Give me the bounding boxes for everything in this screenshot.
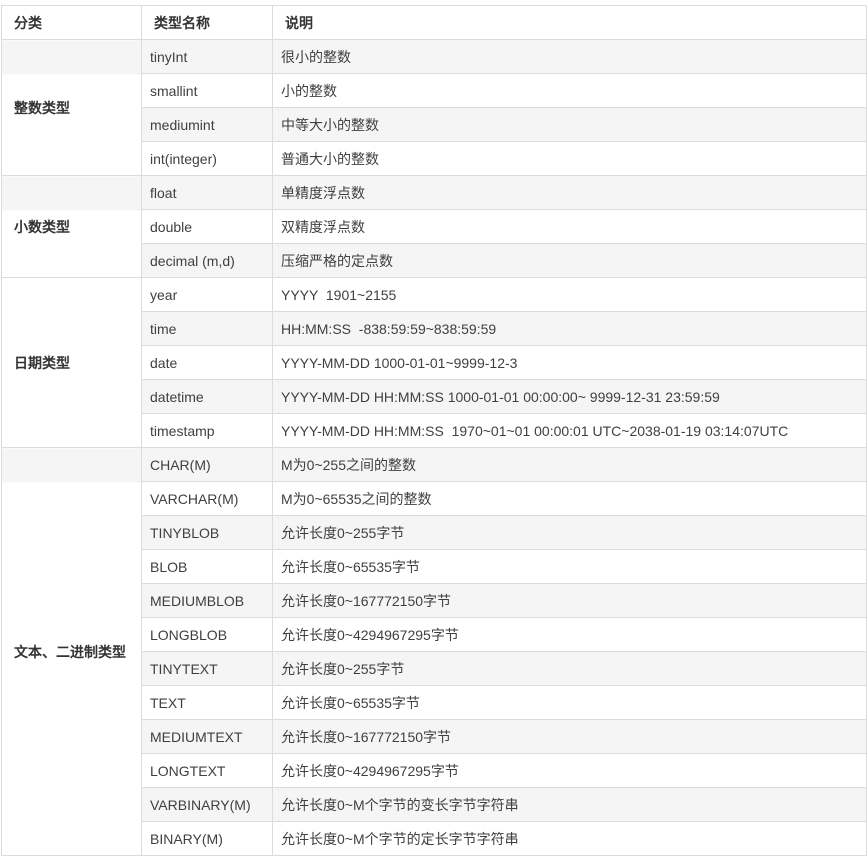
type-cell: MEDIUMBLOB bbox=[141, 583, 273, 618]
type-cell: BLOB bbox=[141, 549, 273, 584]
header-cell-type-name: 类型名称 bbox=[141, 5, 273, 40]
desc-cell: 允许长度0~255字节 bbox=[272, 515, 867, 550]
type-cell: TEXT bbox=[141, 685, 273, 720]
desc-cell: 双精度浮点数 bbox=[272, 209, 867, 244]
desc-cell: M为0~65535之间的整数 bbox=[272, 481, 867, 516]
table-row: 整数类型 tinyInt 很小的整数 bbox=[1, 39, 867, 176]
table-row: 小数类型 float 单精度浮点数 bbox=[1, 175, 867, 278]
header-cell-category: 分类 bbox=[1, 5, 142, 40]
type-cell: LONGTEXT bbox=[141, 753, 273, 788]
type-cell: VARCHAR(M) bbox=[141, 481, 273, 516]
category-cell: 小数类型 bbox=[1, 175, 142, 278]
desc-cell: YYYY 1901~2155 bbox=[272, 277, 867, 312]
header-row: 分类 类型名称 说明 bbox=[1, 5, 867, 40]
type-cell: year bbox=[141, 277, 273, 312]
desc-cell: 允许长度0~167772150字节 bbox=[272, 583, 867, 618]
category-cell: 日期类型 bbox=[1, 277, 142, 448]
desc-cell: YYYY-MM-DD HH:MM:SS 1970~01~01 00:00:01 … bbox=[272, 413, 867, 448]
desc-cell: 小的整数 bbox=[272, 73, 867, 108]
table-row: 文本、二进制类型 CHAR(M) M为0~255之间的整数 bbox=[1, 447, 867, 856]
desc-cell: 允许长度0~65535字节 bbox=[272, 685, 867, 720]
desc-cell: 允许长度0~4294967295字节 bbox=[272, 617, 867, 652]
desc-cell: 单精度浮点数 bbox=[272, 175, 867, 210]
type-cell: time bbox=[141, 311, 273, 346]
type-cell: BINARY(M) bbox=[141, 821, 273, 856]
type-cell: mediumint bbox=[141, 107, 273, 142]
type-cell: TINYTEXT bbox=[141, 651, 273, 686]
desc-cell: 压缩严格的定点数 bbox=[272, 243, 867, 278]
type-cell: VARBINARY(M) bbox=[141, 787, 273, 822]
type-cell: datetime bbox=[141, 379, 273, 414]
desc-cell: 允许长度0~4294967295字节 bbox=[272, 753, 867, 788]
desc-cell: 很小的整数 bbox=[272, 39, 867, 74]
desc-cell: 允许长度0~M个字节的变长字节字符串 bbox=[272, 787, 867, 822]
type-cell: decimal (m,d) bbox=[141, 243, 273, 278]
header-cell-description: 说明 bbox=[272, 5, 867, 40]
category-cell: 整数类型 bbox=[1, 39, 142, 176]
type-cell: smallint bbox=[141, 73, 273, 108]
type-cell: LONGBLOB bbox=[141, 617, 273, 652]
type-cell: date bbox=[141, 345, 273, 380]
type-cell: int(integer) bbox=[141, 141, 273, 176]
type-cell: MEDIUMTEXT bbox=[141, 719, 273, 754]
desc-cell: 允许长度0~167772150字节 bbox=[272, 719, 867, 754]
desc-cell: M为0~255之间的整数 bbox=[272, 447, 867, 482]
desc-cell: 允许长度0~65535字节 bbox=[272, 549, 867, 584]
type-cell: timestamp bbox=[141, 413, 273, 448]
desc-cell: YYYY-MM-DD 1000-01-01~9999-12-3 bbox=[272, 345, 867, 380]
desc-cell: 允许长度0~M个字节的定长字节字符串 bbox=[272, 821, 867, 856]
category-cell: 文本、二进制类型 bbox=[1, 447, 142, 856]
desc-cell: HH:MM:SS -838:59:59~838:59:59 bbox=[272, 311, 867, 346]
table-row: 日期类型 year YYYY 1901~2155 bbox=[1, 277, 867, 448]
desc-cell: 普通大小的整数 bbox=[272, 141, 867, 176]
desc-cell: 允许长度0~255字节 bbox=[272, 651, 867, 686]
desc-cell: 中等大小的整数 bbox=[272, 107, 867, 142]
type-cell: tinyInt bbox=[141, 39, 273, 74]
type-cell: TINYBLOB bbox=[141, 515, 273, 550]
type-cell: float bbox=[141, 175, 273, 210]
desc-cell: YYYY-MM-DD HH:MM:SS 1000-01-01 00:00:00~… bbox=[272, 379, 867, 414]
mysql-data-types-table: 分类 类型名称 说明 整数类型 tinyInt 很小的整数 smallint 小… bbox=[1, 5, 867, 856]
type-cell: double bbox=[141, 209, 273, 244]
type-cell: CHAR(M) bbox=[141, 447, 273, 482]
